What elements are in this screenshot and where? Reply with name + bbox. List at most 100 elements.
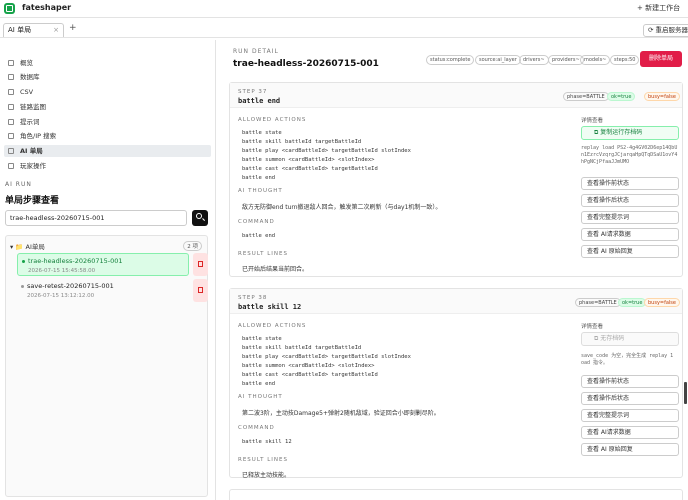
add-tab-button[interactable]: + <box>69 23 77 33</box>
result-lines-label: RESULT LINES <box>238 457 288 463</box>
allowed-action: battle end <box>242 175 276 181</box>
providers-chip: providers~ <box>548 55 584 65</box>
doc-icon <box>8 119 14 125</box>
allowed-action: battle play <cardBattleId> targetBattleI… <box>242 148 411 154</box>
ai-thought-label: AI THOUGHT <box>238 188 283 194</box>
run-search-input[interactable]: trae-headless-20260715-001 <box>5 210 187 226</box>
command-label: COMMAND <box>238 425 275 431</box>
restart-server-label: 重启服务器 <box>655 26 688 34</box>
busy-badge: busy=false <box>644 92 680 101</box>
allowed-action: battle skill battleId targetBattleId <box>242 345 362 351</box>
allowed-action: battle state <box>242 130 282 136</box>
search-icon <box>196 213 202 219</box>
view-post-state-button[interactable]: 查看操作后状态 <box>581 194 679 207</box>
ai-thought-label: AI THOUGHT <box>238 394 283 400</box>
sidebar-item-label: 数据库 <box>20 73 40 81</box>
scrollbar-thumb[interactable] <box>684 382 687 404</box>
run-time: 2026-07-15 15:45:58.00 <box>28 268 96 274</box>
tab-label: AI 单局 <box>8 26 32 34</box>
allowed-actions-label: ALLOWED ACTIONS <box>238 117 307 123</box>
run-item[interactable]: save-retest-20260715-001 2026-07-15 13:1… <box>17 279 189 302</box>
sidebar-item-database[interactable]: 数据库 <box>4 71 211 83</box>
no-save-code-button[interactable]: ⧉ 无存档码 <box>581 332 679 346</box>
status-chip: status:complete <box>426 55 475 65</box>
replay-code: replay load PS2-4g4GV02D6ep14QbUn1EzrcVz… <box>581 145 678 165</box>
view-pre-state-button[interactable]: 查看操作前状态 <box>581 375 679 388</box>
command-text: battle end <box>242 233 276 239</box>
trash-icon <box>198 261 203 267</box>
view-pre-state-button[interactable]: 查看操作前状态 <box>581 177 679 190</box>
step-card-next <box>229 489 683 500</box>
sidebar-item-csv[interactable]: CSV <box>4 86 211 98</box>
sidebar-item-overview[interactable]: 概览 <box>4 57 211 69</box>
copy-save-code-label: 复制运行存档码 <box>600 129 643 136</box>
delete-run-button[interactable] <box>193 253 208 276</box>
sidebar-item-prompts[interactable]: 提示词 <box>4 116 211 128</box>
run-tree: ▾ 📁 AI单局 2 项 trae-headless-20260715-001 … <box>5 235 208 497</box>
sidebar: 概览 数据库 CSV 链路监图 提示词 角色/IP 搜索 AI 单局 玩家操作 … <box>0 40 216 500</box>
allowed-action: battle cast <cardBattleId> targetBattleI… <box>242 372 378 378</box>
no-save-code-label: 无存档码 <box>600 335 625 342</box>
delete-run-detail-button[interactable]: 删除单局 <box>640 51 682 67</box>
tab-ai-run[interactable]: AI 单局 × <box>3 23 64 37</box>
allowed-action: battle summon <cardBattleId> <slotIndex> <box>242 157 375 163</box>
app-logo-icon <box>4 3 15 14</box>
ok-badge: ok=true <box>607 92 636 101</box>
home-icon <box>8 60 14 66</box>
sidebar-item-role-search[interactable]: 角色/IP 搜索 <box>4 130 211 142</box>
allowed-actions-label: ALLOWED ACTIONS <box>238 323 307 329</box>
allowed-action: battle cast <cardBattleId> targetBattleI… <box>242 166 378 172</box>
tab-close-icon[interactable]: × <box>53 24 59 37</box>
detail-label: 详情查看 <box>581 118 604 124</box>
ai-thought-text: 第二波3阶，主动技Damage5+弹射2随机敌域，验证回合小即刻剿尽阶。 <box>242 410 440 417</box>
search-button[interactable] <box>192 210 208 226</box>
view-full-prompt-button[interactable]: 查看完整提示词 <box>581 409 679 422</box>
allowed-action: battle play <cardBattleId> targetBattleI… <box>242 354 411 360</box>
trash-icon <box>198 287 203 293</box>
sidebar-item-link-graph[interactable]: 链路监图 <box>4 101 211 113</box>
step-title: battle skill 12 <box>238 303 302 311</box>
sidebar-item-label: 概览 <box>20 59 33 67</box>
view-ai-reply-button[interactable]: 查看 AI 原始回复 <box>581 245 679 258</box>
sidebar-item-label: 角色/IP 搜索 <box>20 132 57 140</box>
run-item[interactable]: trae-headless-20260715-001 2026-07-15 15… <box>17 253 189 276</box>
step-card: STEP 37 battle end phase=BATTLE ok=true … <box>229 82 683 277</box>
copy-save-code-button[interactable]: ⧉ 复制运行存档码 <box>581 126 679 140</box>
folder-row[interactable]: ▾ 📁 AI单局 <box>10 241 45 251</box>
run-detail-title: trae-headless-20260715-001 <box>233 59 379 69</box>
source-chip: source:ai_layer <box>475 55 521 65</box>
sidebar-item-player-ops[interactable]: 玩家操作 <box>4 160 211 172</box>
folder-name: AI单局 <box>25 243 45 251</box>
new-workspace-button[interactable]: + 新建工作台 <box>637 3 680 13</box>
result-text: 已释放主动技能。 <box>242 472 291 479</box>
view-ai-request-button[interactable]: 查看 AI请求数据 <box>581 426 679 439</box>
allowed-actions-list: battle state battle skill battleId targe… <box>242 129 411 183</box>
file-icon <box>8 89 14 95</box>
steps-chip: steps:50 <box>610 55 640 65</box>
run-detail-label: RUN DETAIL <box>233 48 279 55</box>
sidebar-item-label: AI 单局 <box>20 147 43 155</box>
sidebar-item-label: 提示词 <box>20 118 40 126</box>
view-full-prompt-button[interactable]: 查看完整提示词 <box>581 211 679 224</box>
ai-thought-text: 敌方无防御end turn撤退敌人回合，触发第二次刷新（与day1机制一致）。 <box>242 204 442 211</box>
restart-server-button[interactable]: ⟳ 重启服务器 <box>643 24 688 37</box>
allowed-action: battle summon <cardBattleId> <slotIndex> <box>242 363 375 369</box>
view-ai-request-button[interactable]: 查看 AI请求数据 <box>581 228 679 241</box>
run-dot-icon <box>21 285 24 288</box>
graph-icon <box>8 104 14 110</box>
view-ai-reply-button[interactable]: 查看 AI 原始回复 <box>581 443 679 456</box>
ai-run-section-label: AI RUN <box>5 181 32 188</box>
delete-run-button[interactable] <box>193 279 208 302</box>
sidebar-item-ai-run[interactable]: AI 单局 <box>4 145 211 157</box>
command-text: battle skill 12 <box>242 439 292 445</box>
models-chip: models~ <box>580 55 611 65</box>
allowed-actions-list: battle state battle skill battleId targe… <box>242 335 411 389</box>
database-icon <box>8 74 14 80</box>
result-lines-label: RESULT LINES <box>238 251 288 257</box>
ai-run-title: 单局步骤查看 <box>5 196 60 206</box>
robot-icon <box>8 148 14 154</box>
run-dot-icon <box>22 260 25 263</box>
command-label: COMMAND <box>238 219 275 225</box>
view-post-state-button[interactable]: 查看操作后状态 <box>581 392 679 405</box>
allowed-action: battle state <box>242 336 282 342</box>
